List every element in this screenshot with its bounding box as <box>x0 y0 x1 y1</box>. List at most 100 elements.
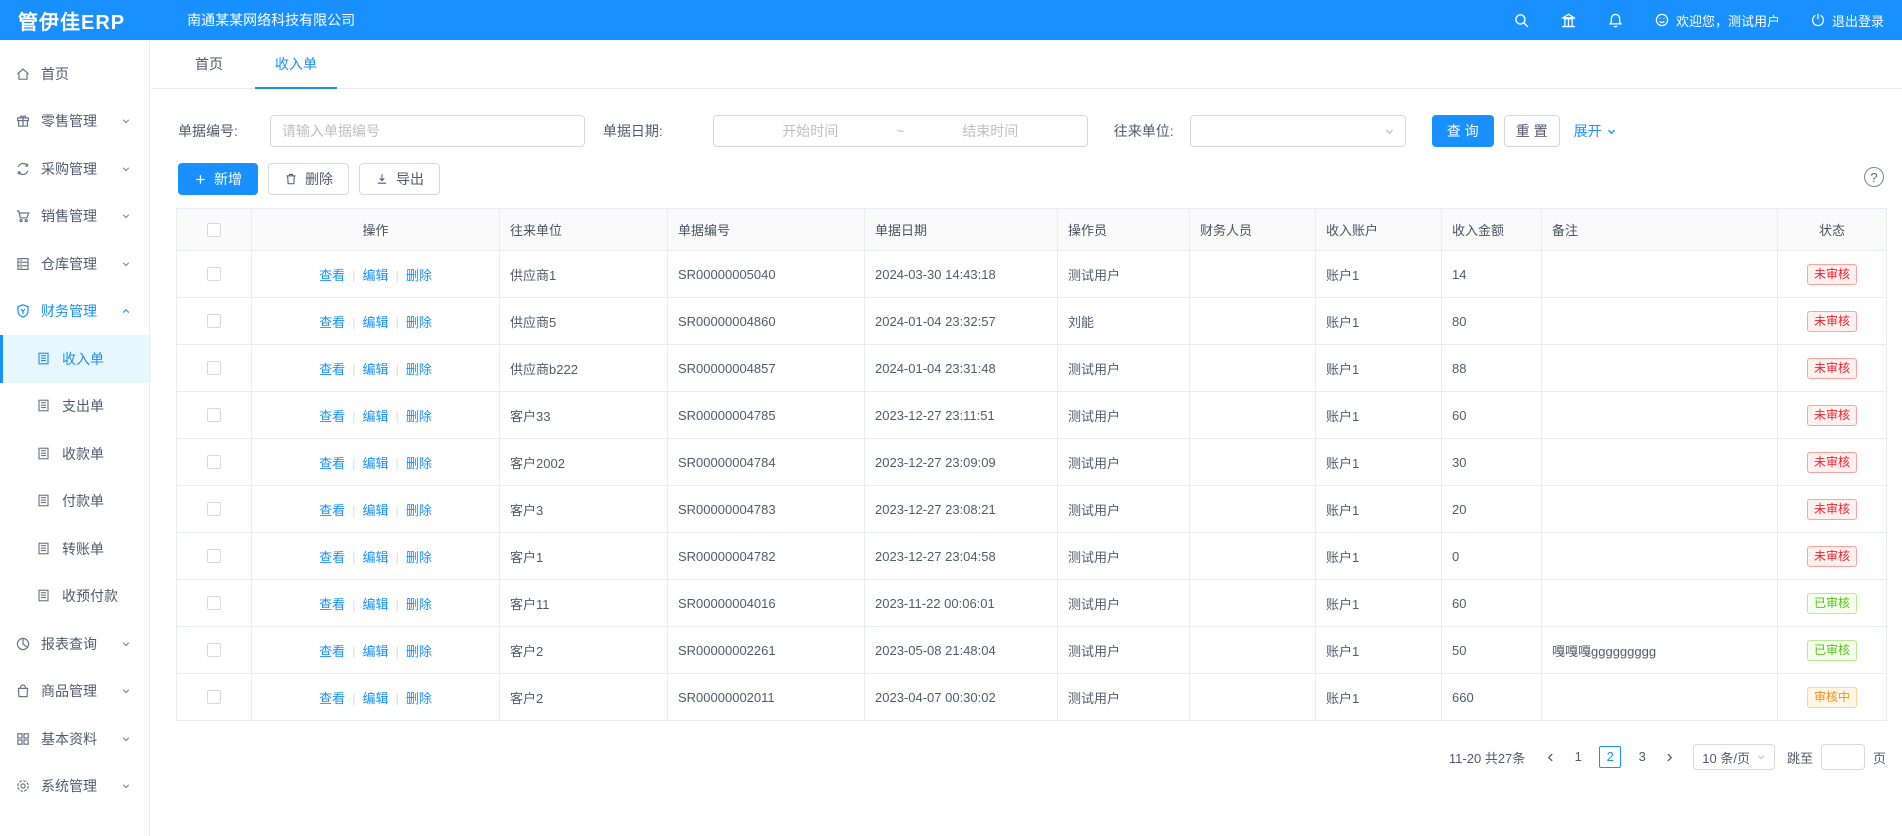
cell-bill-no: SR00000004857 <box>668 345 865 392</box>
delete-link[interactable]: 删除 <box>406 315 432 330</box>
view-link[interactable]: 查看 <box>319 644 345 659</box>
edit-link[interactable]: 编辑 <box>362 550 388 565</box>
page-size-select[interactable]: 10 条/页 <box>1693 744 1775 770</box>
next-page-button[interactable] <box>1664 752 1675 763</box>
delete-link[interactable]: 删除 <box>406 362 432 377</box>
search-icon[interactable] <box>1513 12 1530 29</box>
edit-link[interactable]: 编辑 <box>362 456 388 471</box>
export-button[interactable]: 导出 <box>359 163 440 195</box>
view-link[interactable]: 查看 <box>319 503 345 518</box>
chevron-down-icon <box>121 781 131 791</box>
cell-actions: 查看|编辑|删除 <box>252 486 500 533</box>
cell-bill-date: 2023-05-08 21:48:04 <box>865 627 1058 674</box>
app-logo[interactable]: 管伊佳ERP <box>0 6 145 35</box>
delete-link[interactable]: 删除 <box>406 597 432 612</box>
sidebar-item-income-bill[interactable]: 收入单 <box>0 335 149 383</box>
delete-button[interactable]: 删除 <box>268 163 349 195</box>
sidebar-item-receipt-bill[interactable]: 收款单 <box>0 430 149 478</box>
add-button[interactable]: 新增 <box>178 163 258 195</box>
select-all-checkbox[interactable] <box>207 223 221 237</box>
sidebar-item-retail[interactable]: 零售管理 <box>0 98 149 146</box>
row-checkbox[interactable] <box>207 267 221 281</box>
sidebar-item-prepaid-bill[interactable]: 收预付款 <box>0 573 149 621</box>
delete-link[interactable]: 删除 <box>406 691 432 706</box>
search-button[interactable]: 查 询 <box>1432 115 1494 147</box>
sidebar-item-home[interactable]: 首页 <box>0 50 149 98</box>
delete-link[interactable]: 删除 <box>406 503 432 518</box>
view-link[interactable]: 查看 <box>319 409 345 424</box>
view-link[interactable]: 查看 <box>319 315 345 330</box>
page-button-1[interactable]: 1 <box>1567 746 1589 768</box>
delete-link[interactable]: 删除 <box>406 644 432 659</box>
edit-link[interactable]: 编辑 <box>362 691 388 706</box>
view-link[interactable]: 查看 <box>319 362 345 377</box>
edit-link[interactable]: 编辑 <box>362 597 388 612</box>
building-icon[interactable] <box>1560 12 1577 29</box>
page-button-2-current[interactable]: 2 <box>1599 746 1621 768</box>
edit-link[interactable]: 编辑 <box>362 362 388 377</box>
date-range-picker[interactable]: 开始时间 ~ 结束时间 <box>713 115 1088 147</box>
row-checkbox[interactable] <box>207 408 221 422</box>
row-checkbox[interactable] <box>207 643 221 657</box>
tab-income-bill[interactable]: 收入单 <box>255 40 337 88</box>
prev-page-button[interactable] <box>1545 752 1556 763</box>
row-checkbox[interactable] <box>207 596 221 610</box>
cell-remark <box>1542 251 1778 298</box>
sidebar-item-sale[interactable]: 销售管理 <box>0 193 149 241</box>
chevron-down-icon <box>121 259 131 269</box>
edit-link[interactable]: 编辑 <box>362 268 388 283</box>
sidebar-item-payment-bill[interactable]: 付款单 <box>0 478 149 526</box>
row-checkbox[interactable] <box>207 314 221 328</box>
delete-link[interactable]: 删除 <box>406 409 432 424</box>
jump-page-input[interactable] <box>1821 744 1865 770</box>
help-icon[interactable]: ? <box>1864 167 1884 187</box>
row-checkbox[interactable] <box>207 455 221 469</box>
sidebar-item-finance[interactable]: 财务管理 <box>0 288 149 336</box>
jump-to-label: 跳至 <box>1787 748 1813 767</box>
edit-link[interactable]: 编辑 <box>362 315 388 330</box>
bill-no-label: 单据编号: <box>178 121 238 141</box>
delete-link[interactable]: 删除 <box>406 550 432 565</box>
cell-finance <box>1190 251 1316 298</box>
bill-no-input[interactable] <box>270 115 585 147</box>
row-checkbox[interactable] <box>207 502 221 516</box>
view-link[interactable]: 查看 <box>319 597 345 612</box>
sidebar-item-goods[interactable]: 商品管理 <box>0 668 149 716</box>
sidebar-item-report[interactable]: 报表查询 <box>0 620 149 668</box>
grid-icon <box>15 731 31 747</box>
view-link[interactable]: 查看 <box>319 550 345 565</box>
row-checkbox[interactable] <box>207 690 221 704</box>
partner-select[interactable] <box>1190 115 1406 147</box>
edit-link[interactable]: 编辑 <box>362 503 388 518</box>
cell-bill-no: SR00000004785 <box>668 392 865 439</box>
edit-link[interactable]: 编辑 <box>362 409 388 424</box>
page-button-3[interactable]: 3 <box>1631 746 1653 768</box>
sidebar-item-warehouse[interactable]: 仓库管理 <box>0 240 149 288</box>
welcome-user[interactable]: 欢迎您，测试用户 <box>1654 11 1780 30</box>
bell-icon[interactable] <box>1607 12 1624 29</box>
chevron-down-icon <box>121 734 131 744</box>
cell-actions: 查看|编辑|删除 <box>252 674 500 721</box>
sidebar-item-purchase[interactable]: 采购管理 <box>0 145 149 193</box>
view-link[interactable]: 查看 <box>319 691 345 706</box>
expand-link[interactable]: 展开 <box>1574 121 1617 141</box>
edit-link[interactable]: 编辑 <box>362 644 388 659</box>
cell-bill-no: SR00000004782 <box>668 533 865 580</box>
sidebar-item-basic-data[interactable]: 基本资料 <box>0 715 149 763</box>
row-checkbox[interactable] <box>207 361 221 375</box>
cell-actions: 查看|编辑|删除 <box>252 345 500 392</box>
reset-button[interactable]: 重 置 <box>1504 115 1560 147</box>
delete-link[interactable]: 删除 <box>406 268 432 283</box>
bill-date-label: 单据日期: <box>603 121 663 141</box>
row-checkbox[interactable] <box>207 549 221 563</box>
sidebar-item-transfer-bill[interactable]: 转账单 <box>0 525 149 573</box>
view-link[interactable]: 查看 <box>319 456 345 471</box>
logout-button[interactable]: 退出登录 <box>1810 11 1884 30</box>
view-link[interactable]: 查看 <box>319 268 345 283</box>
delete-link[interactable]: 删除 <box>406 456 432 471</box>
sidebar-item-system[interactable]: 系统管理 <box>0 763 149 811</box>
end-date-placeholder: 结束时间 <box>915 121 1065 141</box>
sidebar-item-expense-bill[interactable]: 支出单 <box>0 383 149 431</box>
cell-bill-date: 2023-12-27 23:09:09 <box>865 439 1058 486</box>
tab-home[interactable]: 首页 <box>175 40 243 88</box>
